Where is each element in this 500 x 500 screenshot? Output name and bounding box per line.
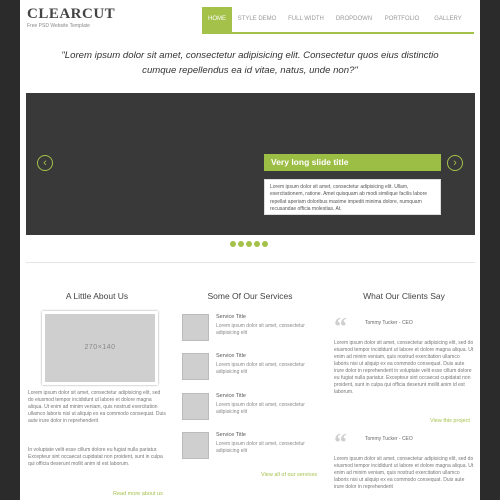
service-thumbnail [182,393,209,420]
quote-icon: “ [334,428,347,457]
services-title: Some Of Our Services [207,291,293,301]
slider-dot-3[interactable] [246,241,252,247]
client-testimonial-text: Lorem ipsum dolor sit amet, consectetur … [334,340,474,395]
chevron-left-icon: ‹ [43,157,47,169]
service-title: Service Title [216,353,246,359]
nav-item-portfolio[interactable]: PORTFOLIO [378,7,426,32]
service-item[interactable]: Service Title Lorem ipsum dolor sit amet… [182,393,322,421]
nav-item-dropdown[interactable]: DROPDOWN [330,7,378,32]
nav-underline [202,32,474,34]
service-thumbnail [182,432,209,459]
service-text: Lorem ipsum dolor sit amet, consectetur … [216,402,305,415]
clients-title: What Our Clients Say [363,291,445,301]
slide-caption: Lorem ipsum dolor sit amet, consectetur … [264,179,441,215]
client-name: Tommy Tucker - CEO [365,320,413,326]
section-divider [26,262,475,263]
image-slider: ‹ Very long slide title Lorem ipsum dolo… [26,93,475,235]
service-text: Lorem ipsum dolor sit amet, consectetur … [216,323,305,336]
logo-title: CLEARCUT [27,6,116,22]
slider-next-button[interactable]: › [447,155,463,171]
service-title: Service Title [216,393,246,399]
slider-pagination [230,241,268,247]
about-paragraph-2: In voluptate velit esse cillum dolore eu… [28,447,163,467]
nav-item-style-demo[interactable]: STYLE DEMO [232,7,282,32]
slider-dot-4[interactable] [254,241,260,247]
slider-dot-5[interactable] [262,241,268,247]
service-item[interactable]: Service Title Lorem ipsum dolor sit amet… [182,432,322,460]
about-image-placeholder: 270×140 [42,311,158,385]
nav-item-home[interactable]: HOME [202,7,232,32]
slider-prev-button[interactable]: ‹ [37,155,53,171]
slide-title: Very long slide title [264,154,441,171]
main-nav: HOME STYLE DEMO FULL WIDTH DROPDOWN PORT… [202,7,470,32]
nav-item-gallery[interactable]: GALLERY [426,7,470,32]
page-container: CLEARCUT Free PSD Website Template HOME … [20,0,480,500]
about-paragraph-1: Lorem ipsum dolor sit amet, consectetur … [28,390,166,424]
logo[interactable]: CLEARCUT Free PSD Website Template [27,6,115,29]
service-text: Lorem ipsum dolor sit amet, consectetur … [216,441,305,454]
about-title: A Little About Us [65,291,129,301]
nav-item-full-width[interactable]: FULL WIDTH [282,7,330,32]
chevron-right-icon: › [453,157,457,169]
client-testimonial-text: Lorem ipsum dolor sit amet, consectetur … [334,456,474,490]
view-project-link[interactable]: View this project [430,418,470,424]
quote-icon: “ [334,312,347,341]
service-title: Service Title [216,314,246,320]
service-thumbnail [182,314,209,341]
service-title: Service Title [216,432,246,438]
client-name: Tommy Tucker - CEO [365,436,413,442]
service-text: Lorem ipsum dolor sit amet, consectetur … [216,362,305,375]
view-all-services-link[interactable]: View all of our services [261,472,317,478]
service-thumbnail [182,353,209,380]
service-item[interactable]: Service Title Lorem ipsum dolor sit amet… [182,314,322,342]
service-item[interactable]: Service Title Lorem ipsum dolor sit amet… [182,353,322,381]
slider-dot-1[interactable] [230,241,236,247]
read-more-about-link[interactable]: Read more about us [113,491,163,497]
intro-quote: "Lorem ipsum dolor sit amet, consectetur… [61,50,439,76]
logo-tagline: Free PSD Website Template [27,23,90,29]
slider-dot-2[interactable] [238,241,244,247]
